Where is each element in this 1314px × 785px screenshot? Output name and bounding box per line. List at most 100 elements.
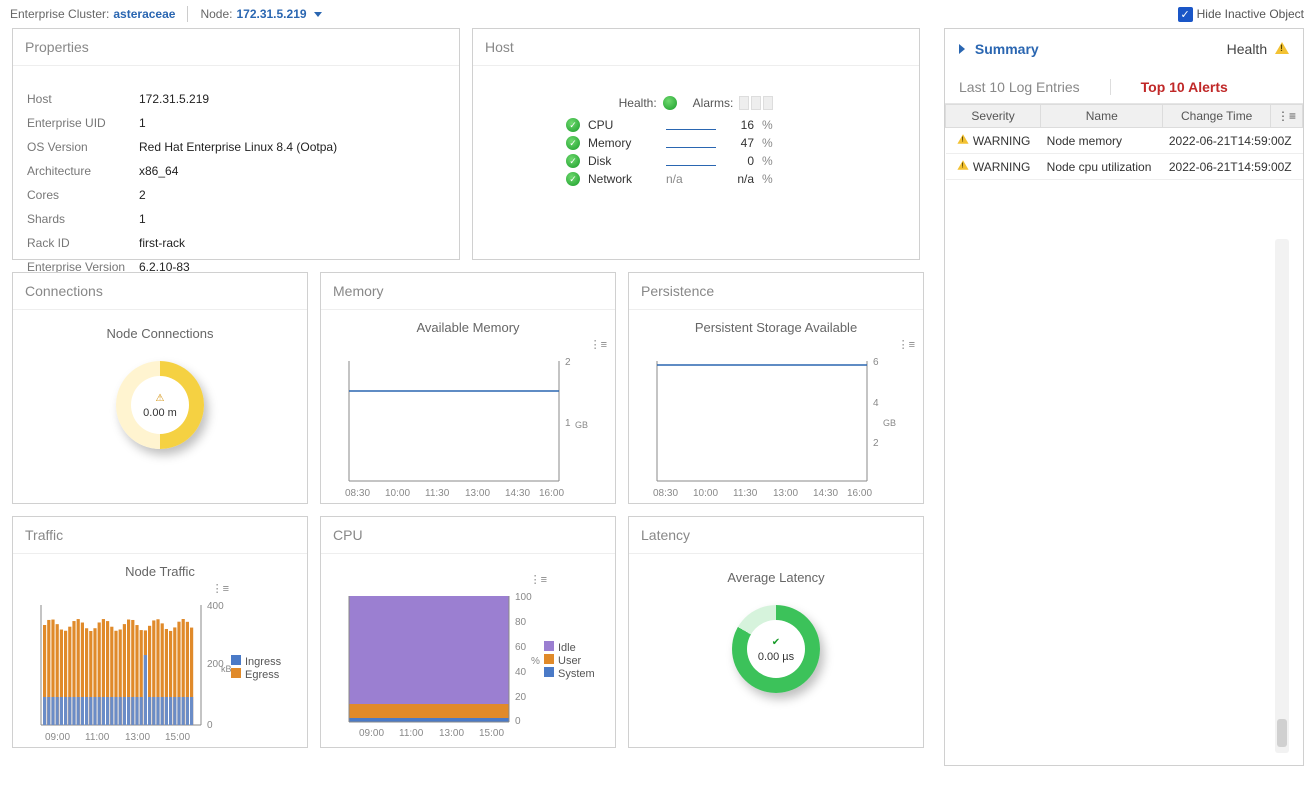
alert-row[interactable]: WARNING Node memory 2022-06-21T14:59:00Z xyxy=(946,128,1303,154)
svg-text:GB: GB xyxy=(883,418,896,428)
connections-gauge: ⚠ 0.00 m xyxy=(116,361,204,449)
cluster-value[interactable]: asteraceae xyxy=(113,7,175,21)
svg-text:400: 400 xyxy=(207,601,224,612)
host-metric-row: ✓ CPU 16 % xyxy=(566,118,826,132)
alert-row[interactable]: WARNING Node cpu utilization 2022-06-21T… xyxy=(946,154,1303,180)
check-icon: ✓ xyxy=(566,118,580,132)
scrollbar-thumb[interactable] xyxy=(1277,719,1287,747)
host-metric-row: ✓ Disk 0 % xyxy=(566,154,826,168)
metric-unit: % xyxy=(762,118,773,132)
chart-menu-icon[interactable]: ⋮≡ xyxy=(898,339,915,351)
columns-menu-icon[interactable]: ⋮≡ xyxy=(1270,105,1302,128)
legend-item: Egress xyxy=(231,668,281,681)
tab-top-alerts[interactable]: Top 10 Alerts xyxy=(1141,79,1228,95)
host-panel: Host Health: Alarms: ✓ CPU 16 %✓ Memory … xyxy=(472,28,920,260)
properties-panel: Properties Host172.31.5.219Enterprise UI… xyxy=(12,28,460,260)
property-value: 172.31.5.219 xyxy=(139,88,445,110)
ok-icon: ✔ xyxy=(768,635,784,649)
health-label: Health: xyxy=(619,96,657,110)
legend-item: System xyxy=(544,667,595,680)
metric-name: Disk xyxy=(588,154,658,168)
cpu-panel: CPU ⋮≡ 100 80 60 xyxy=(320,516,616,748)
metric-value: n/a xyxy=(724,172,754,186)
hide-inactive-checkbox[interactable]: ✓ xyxy=(1178,7,1193,22)
svg-text:80: 80 xyxy=(515,617,527,628)
panel-title: Connections xyxy=(13,273,307,310)
svg-text:15:00: 15:00 xyxy=(479,728,504,739)
col-change-time[interactable]: Change Time xyxy=(1163,105,1271,128)
svg-text:40: 40 xyxy=(515,667,527,678)
chart-menu-icon[interactable]: ⋮≡ xyxy=(590,339,607,351)
panel-title: Memory xyxy=(321,273,615,310)
alarm-indicators xyxy=(739,96,773,110)
svg-text:13:00: 13:00 xyxy=(439,728,464,739)
divider xyxy=(187,6,188,22)
property-row: Architecturex86_64 xyxy=(27,160,445,182)
svg-text:0: 0 xyxy=(515,716,521,727)
summary-panel: Summary Health Last 10 Log Entries Top 1… xyxy=(944,28,1304,766)
alert-severity: WARNING xyxy=(946,128,1041,154)
panel-title: Persistence xyxy=(629,273,923,310)
property-key: Rack ID xyxy=(27,232,137,254)
panel-title: Properties xyxy=(13,29,459,66)
svg-text:09:00: 09:00 xyxy=(359,728,384,739)
scrollbar[interactable] xyxy=(1275,239,1289,753)
panel-subtitle: Node Traffic xyxy=(21,564,299,579)
property-row: Enterprise UID1 xyxy=(27,112,445,134)
metric-unit: % xyxy=(762,172,773,186)
svg-text:kB: kB xyxy=(221,664,231,674)
warning-icon xyxy=(957,160,968,170)
property-row: OS VersionRed Hat Enterprise Linux 8.4 (… xyxy=(27,136,445,158)
property-key: Enterprise UID xyxy=(27,112,137,134)
summary-toggle[interactable]: Summary xyxy=(959,41,1039,57)
svg-text:0: 0 xyxy=(207,720,213,731)
metric-value: 0 xyxy=(724,154,754,168)
chart-menu-icon[interactable]: ⋮≡ xyxy=(212,583,229,595)
persistence-panel: Persistence Persistent Storage Available… xyxy=(628,272,924,504)
panel-title: Latency xyxy=(629,517,923,554)
chart-menu-icon[interactable]: ⋮≡ xyxy=(530,574,547,586)
health-status-icon xyxy=(663,96,677,110)
sparkline xyxy=(666,156,716,166)
svg-text:20: 20 xyxy=(515,692,527,703)
tab-log-entries[interactable]: Last 10 Log Entries xyxy=(959,79,1080,95)
node-value[interactable]: 172.31.5.219 xyxy=(236,7,321,21)
panel-subtitle: Node Connections xyxy=(25,326,295,341)
summary-health: Health xyxy=(1227,41,1289,57)
connections-panel: Connections Node Connections ⚠ 0.00 m xyxy=(12,272,308,504)
svg-text:2: 2 xyxy=(565,357,571,368)
property-key: Architecture xyxy=(27,160,137,182)
top-bar: Enterprise Cluster: asteraceae Node: 172… xyxy=(0,0,1314,28)
legend-item: User xyxy=(544,654,595,667)
property-key: Shards xyxy=(27,208,137,230)
svg-text:10:00: 10:00 xyxy=(385,488,410,499)
svg-text:GB: GB xyxy=(575,420,588,430)
svg-text:11:30: 11:30 xyxy=(733,488,758,499)
memory-panel: Memory Available Memory ⋮≡ 2 1 GB 08:301… xyxy=(320,272,616,504)
check-icon: ✓ xyxy=(566,136,580,150)
chevron-down-icon[interactable] xyxy=(314,12,322,17)
property-value: Red Hat Enterprise Linux 8.4 (Ootpa) xyxy=(139,136,445,158)
metric-name: CPU xyxy=(588,118,658,132)
gauge-value: 0.00 µs xyxy=(758,651,794,663)
svg-text:15:00: 15:00 xyxy=(165,732,190,743)
svg-text:14:30: 14:30 xyxy=(813,488,838,499)
property-value: 1 xyxy=(139,208,445,230)
latency-gauge: ✔ 0.00 µs xyxy=(732,605,820,693)
cpu-chart: 100 80 60 40 20 0 % 09:0011:00 13:0015:0… xyxy=(329,586,544,751)
col-name[interactable]: Name xyxy=(1041,105,1163,128)
alerts-table: Severity Name Change Time ⋮≡ WARNING Nod… xyxy=(945,104,1303,180)
svg-text:13:00: 13:00 xyxy=(465,488,490,499)
svg-text:16:00: 16:00 xyxy=(847,488,872,499)
legend-item: Idle xyxy=(544,641,595,654)
svg-text:11:00: 11:00 xyxy=(85,732,110,743)
svg-text:14:30: 14:30 xyxy=(505,488,530,499)
property-value: 2 xyxy=(139,184,445,206)
traffic-chart: 400 200 0 kB 09:0011:00 13:0015:00 xyxy=(21,595,231,745)
col-severity[interactable]: Severity xyxy=(946,105,1041,128)
panel-subtitle: Persistent Storage Available xyxy=(637,320,915,335)
metric-unit: % xyxy=(762,136,773,150)
warning-icon: ⚠ xyxy=(152,391,168,405)
property-key: Cores xyxy=(27,184,137,206)
latency-panel: Latency Average Latency ✔ 0.00 µs xyxy=(628,516,924,748)
